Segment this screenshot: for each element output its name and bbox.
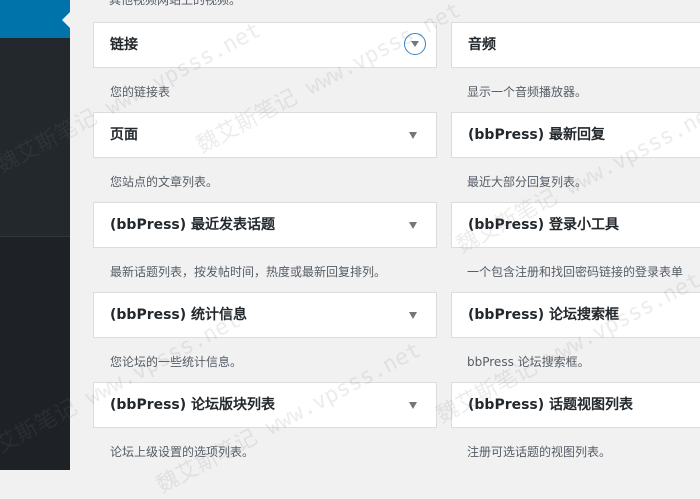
widget-description: 您的链接表: [110, 85, 171, 99]
widget-description: 其他视频网站上的视频。: [109, 0, 242, 7]
chevron-down-icon[interactable]: [409, 222, 417, 229]
chevron-down-icon[interactable]: [409, 132, 417, 139]
widget-description: 显示一个音频播放器。: [467, 85, 588, 99]
widget-title: 页面: [110, 127, 138, 143]
chevron-down-icon[interactable]: [409, 402, 417, 409]
widget-title: (bbPress) 论坛搜索框: [468, 307, 620, 323]
active-indicator-arrow: [62, 12, 70, 28]
admin-sidebar: [0, 0, 70, 470]
widget-title: (bbPress) 最新回复: [468, 127, 606, 143]
widget-description: 论坛上级设置的选项列表。: [110, 445, 255, 459]
widget-title: (bbPress) 登录小工具: [468, 217, 620, 233]
widget-title: (bbPress) 论坛版块列表: [110, 397, 276, 413]
available-widgets-panel: 其他视频网站上的视频。 链接 您的链接表 音频 显示一个音频播放器。 页面 您站…: [70, 0, 700, 470]
widget-bbpress-recent-replies[interactable]: (bbPress) 最新回复: [451, 112, 700, 158]
widget-title: (bbPress) 话题视图列表: [468, 397, 634, 413]
sidebar-active-item[interactable]: [0, 0, 70, 38]
widget-description: 一个包含注册和找回密码链接的登录表单: [467, 265, 684, 279]
widget-bbpress-login[interactable]: (bbPress) 登录小工具: [451, 202, 700, 248]
widget-bbpress-search[interactable]: (bbPress) 论坛搜索框: [451, 292, 700, 338]
sidebar-lower-panel: [0, 237, 70, 470]
chevron-down-icon[interactable]: [404, 33, 426, 55]
widget-description: 最新话题列表，按发帖时间，热度或最新回复排列。: [110, 265, 387, 279]
widget-title: (bbPress) 统计信息: [110, 307, 248, 323]
widget-bbpress-stats[interactable]: (bbPress) 统计信息: [93, 292, 437, 338]
widget-pages[interactable]: 页面: [93, 112, 437, 158]
widget-title: 链接: [110, 37, 138, 53]
widget-description: 最近大部分回复列表。: [467, 175, 588, 189]
widget-title: 音频: [468, 37, 496, 53]
widget-bbpress-forums-list[interactable]: (bbPress) 论坛版块列表: [93, 382, 437, 428]
chevron-down-icon[interactable]: [409, 312, 417, 319]
widget-title: (bbPress) 最近发表话题: [110, 217, 276, 233]
widget-bbpress-recent-topics[interactable]: (bbPress) 最近发表话题: [93, 202, 437, 248]
widget-description: 注册可选话题的视图列表。: [467, 445, 612, 459]
widget-description: bbPress 论坛搜索框。: [467, 355, 590, 369]
widget-bbpress-topic-views[interactable]: (bbPress) 话题视图列表: [451, 382, 700, 428]
widget-description: 您站点的文章列表。: [110, 175, 219, 189]
widget-description: 您论坛的一些统计信息。: [110, 355, 243, 369]
widget-links[interactable]: 链接: [93, 22, 437, 68]
widget-audio[interactable]: 音频: [451, 22, 700, 68]
